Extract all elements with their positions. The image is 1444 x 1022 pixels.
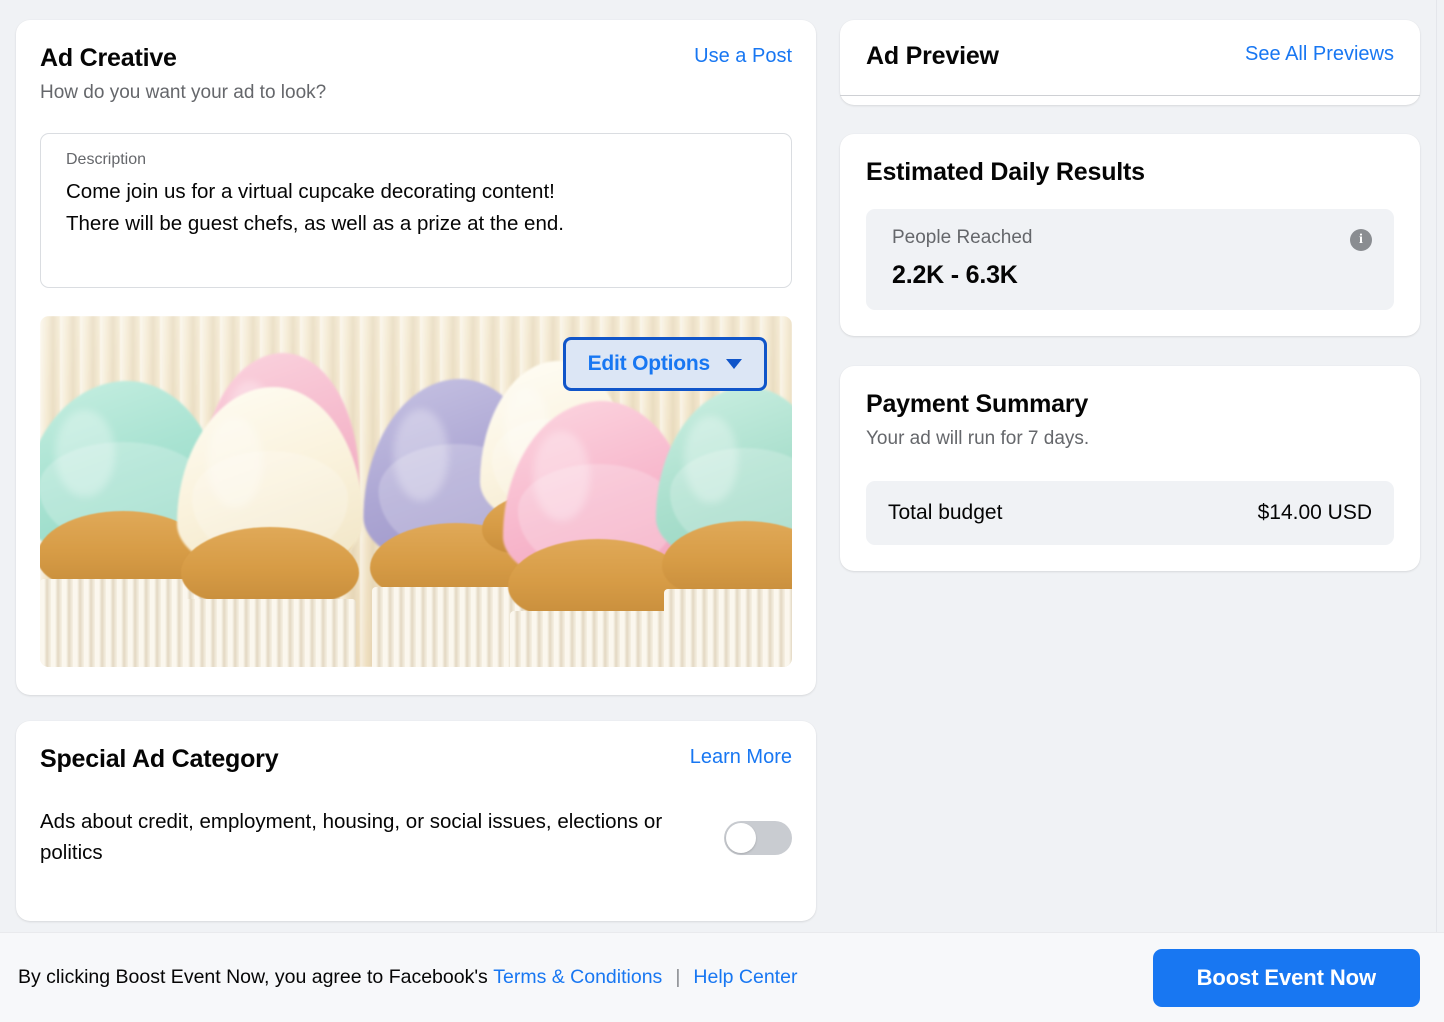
people-reached-label: People Reached	[892, 226, 1033, 248]
ad-creative-card: Ad Creative How do you want your ad to l…	[16, 20, 816, 695]
description-value[interactable]: Come join us for a virtual cupcake decor…	[66, 176, 766, 238]
edit-options-button[interactable]: Edit Options	[562, 336, 767, 391]
info-icon[interactable]: i	[1350, 228, 1372, 251]
people-reached-metric: People Reached 2.2K - 6.3K i	[866, 208, 1394, 311]
ad-preview-body	[866, 96, 1394, 105]
ad-creative-heading-group: Ad Creative How do you want your ad to l…	[40, 44, 326, 105]
estimated-daily-results-title: Estimated Daily Results	[866, 157, 1145, 186]
people-reached-value: 2.2K - 6.3K	[892, 261, 1018, 290]
help-center-link[interactable]: Help Center	[693, 966, 797, 989]
use-a-post-link[interactable]: Use a Post	[694, 44, 792, 68]
edit-options-label: Edit Options	[587, 351, 711, 375]
payment-summary-title: Payment Summary	[866, 390, 1089, 419]
chevron-down-icon	[726, 358, 742, 369]
footer-legal-text: By clicking Boost Event Now, you agree t…	[18, 966, 797, 989]
boost-event-now-button[interactable]: Boost Event Now	[1152, 948, 1420, 1007]
ad-creative-subtitle: How do you want your ad to look?	[40, 81, 327, 103]
scrollable-content-area[interactable]: Ad Creative How do you want your ad to l…	[0, 0, 1444, 932]
description-label: Description	[66, 150, 147, 168]
left-column: Ad Creative How do you want your ad to l…	[16, 20, 816, 921]
special-ad-toggle-row: Ads about credit, employment, housing, o…	[40, 807, 792, 868]
toggle-knob	[726, 822, 756, 853]
special-ad-header: Special Ad Category Learn More	[40, 745, 792, 774]
see-all-previews-link[interactable]: See All Previews	[1245, 42, 1394, 66]
ad-media-preview[interactable]: Edit Options	[40, 315, 792, 667]
footer-bar: By clicking Boost Event Now, you agree t…	[0, 932, 1444, 1022]
estimated-daily-results-card: Estimated Daily Results People Reached 2…	[840, 133, 1420, 337]
ad-preview-header: Ad Preview See All Previews	[866, 42, 1394, 95]
right-column: Ad Preview See All Previews Estimated Da…	[840, 20, 1420, 571]
special-ad-category-toggle[interactable]	[724, 820, 792, 855]
special-ad-category-description: Ads about credit, employment, housing, o…	[40, 810, 663, 864]
payment-summary-card: Payment Summary Your ad will run for 7 d…	[840, 366, 1420, 571]
total-budget-label: Total budget	[888, 500, 1003, 524]
ad-preview-card: Ad Preview See All Previews	[840, 20, 1420, 105]
footer-separator: |	[675, 965, 681, 988]
footer-legal-prefix: By clicking Boost Event Now, you agree t…	[18, 965, 488, 988]
description-field[interactable]: Description Come join us for a virtual c…	[40, 132, 792, 288]
learn-more-link[interactable]: Learn More	[690, 745, 792, 769]
payment-summary-subtitle: Your ad will run for 7 days.	[866, 428, 1090, 450]
vertical-scrollbar[interactable]	[1436, 0, 1444, 932]
special-ad-category-card: Special Ad Category Learn More Ads about…	[16, 720, 816, 921]
ad-preview-title: Ad Preview	[866, 42, 999, 70]
ad-creative-header: Ad Creative How do you want your ad to l…	[40, 44, 792, 105]
terms-and-conditions-link[interactable]: Terms & Conditions	[493, 966, 662, 989]
special-ad-category-title: Special Ad Category	[40, 744, 279, 773]
total-budget-row: Total budget $14.00 USD	[866, 480, 1394, 545]
ad-creative-title: Ad Creative	[40, 44, 177, 72]
total-budget-value: $14.00 USD	[1257, 500, 1372, 524]
two-column-layout: Ad Creative How do you want your ad to l…	[0, 0, 1444, 921]
